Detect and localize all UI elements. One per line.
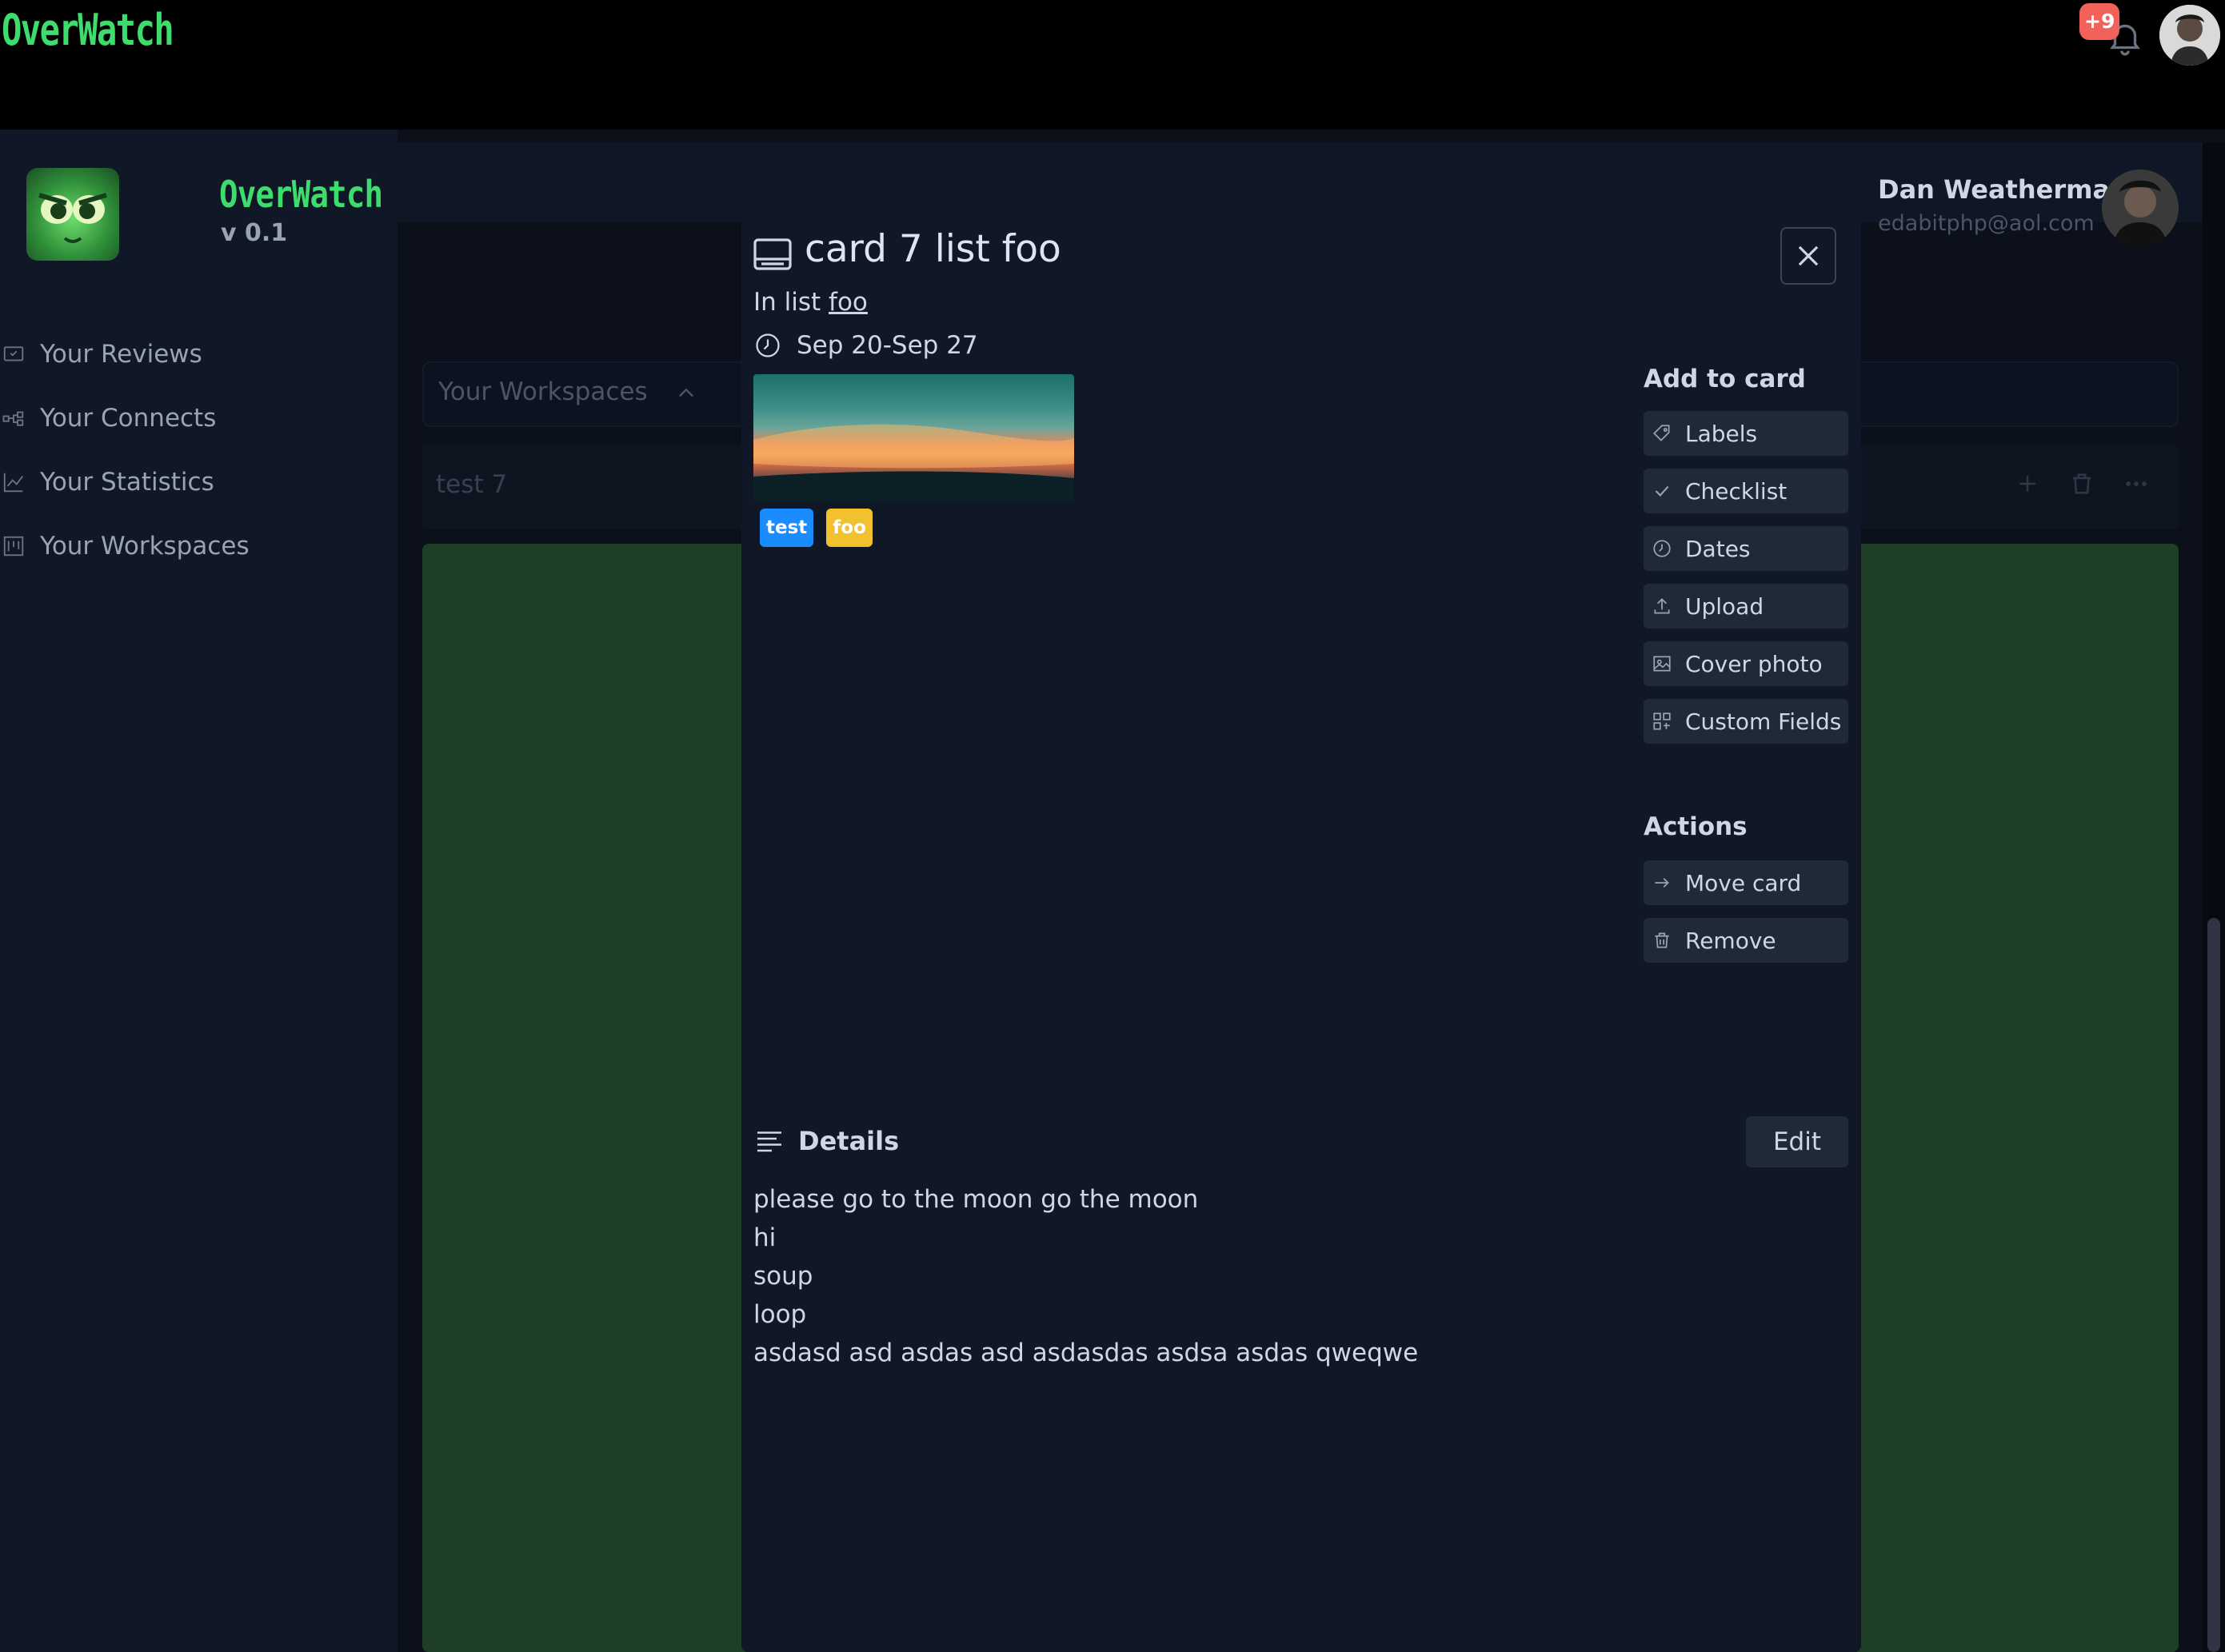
app-logo[interactable]	[26, 168, 119, 261]
sidebar-item-label: Your Connects	[40, 404, 217, 433]
scrollbar-thumb[interactable]	[2207, 918, 2220, 1652]
card-title[interactable]: card 7 list foo	[805, 227, 1061, 271]
sidebar-item-label: Your Statistics	[40, 468, 214, 497]
workspace-icon	[3, 536, 24, 557]
details-description[interactable]: please go to the moon go the moon hi sou…	[753, 1180, 1418, 1372]
edit-details-button[interactable]: Edit	[1746, 1116, 1848, 1167]
text-align-icon	[757, 1131, 781, 1152]
sidebar: OverWatch v 0.1 Your Reviews Your Connec…	[0, 130, 397, 1652]
top-bar: OverWatch +9	[0, 0, 2225, 130]
card-labels: test foo	[760, 509, 873, 547]
sidebar-item-connects[interactable]: Your Connects	[0, 398, 216, 438]
more-icon[interactable]	[2123, 470, 2150, 497]
button-label: Move card	[1685, 869, 1802, 896]
sidebar-item-label: Your Reviews	[40, 340, 202, 369]
trash-icon	[1655, 932, 1669, 948]
move-card-button[interactable]: Move card	[1644, 860, 1848, 905]
add-to-card-heading: Add to card	[1644, 365, 1806, 393]
button-label: Dates	[1685, 535, 1751, 562]
button-label: Checklist	[1685, 477, 1788, 505]
tag-icon	[1653, 425, 1670, 441]
labels-button[interactable]: Labels	[1644, 411, 1848, 456]
chevron-up-icon[interactable]	[675, 382, 697, 405]
card-dates-text: Sep 20-Sep 27	[797, 331, 978, 360]
details-heading-text: Details	[798, 1126, 900, 1156]
card-dates[interactable]: Sep 20-Sep 27	[753, 331, 978, 360]
page-scrollbar[interactable]	[2203, 142, 2225, 1652]
details-line: asdasd asd asdas asd asdasdas asdsa asda…	[753, 1339, 1419, 1367]
review-icon	[3, 346, 24, 361]
card-icon	[753, 238, 792, 270]
details-line: soup	[753, 1262, 813, 1291]
upload-button[interactable]: Upload	[1644, 584, 1848, 628]
button-label: Labels	[1685, 420, 1758, 447]
sidebar-item-workspaces[interactable]: Your Workspaces	[0, 526, 250, 566]
workspaces-dropdown-label: Your Workspaces	[438, 377, 648, 406]
button-label: Upload	[1685, 593, 1764, 620]
checklist-button[interactable]: Checklist	[1644, 469, 1848, 513]
avatar[interactable]	[2102, 170, 2179, 246]
chart-icon	[3, 473, 23, 493]
label-chip[interactable]: foo	[826, 509, 873, 547]
sidebar-app-title: OverWatch	[219, 173, 383, 216]
clock-icon	[756, 333, 780, 357]
custom-fields-button[interactable]: Custom Fields	[1644, 699, 1848, 744]
trash-icon[interactable]	[2068, 470, 2095, 497]
connect-icon	[2, 411, 24, 426]
arrow-right-icon	[1655, 877, 1669, 888]
label-chip[interactable]: test	[760, 509, 814, 547]
close-button[interactable]	[1780, 227, 1836, 285]
cover-photo-button[interactable]: Cover photo	[1644, 641, 1848, 686]
sidebar-item-reviews[interactable]: Your Reviews	[0, 334, 202, 374]
remove-button[interactable]: Remove	[1644, 918, 1848, 963]
list-link[interactable]: foo	[829, 288, 868, 317]
sidebar-item-statistics[interactable]: Your Statistics	[0, 462, 214, 502]
details-heading: Details	[755, 1126, 899, 1156]
button-label: Remove	[1685, 927, 1776, 954]
list-title[interactable]: test 7	[436, 470, 507, 499]
card-list-info: In list foo	[753, 288, 868, 317]
clock-icon	[1653, 540, 1671, 557]
details-line: loop	[753, 1300, 807, 1329]
brand-logo-text[interactable]: OverWatch	[2, 5, 174, 55]
dates-button[interactable]: Dates	[1644, 526, 1848, 571]
user-name: Dan Weatherman	[1878, 174, 2128, 205]
details-line: please go to the moon go the moon	[753, 1185, 1199, 1214]
plus-icon[interactable]	[2014, 470, 2041, 497]
button-label: Custom Fields	[1685, 708, 1842, 735]
details-line: hi	[753, 1223, 777, 1252]
cover-photo[interactable]	[753, 374, 1074, 502]
app-version: v 0.1	[221, 219, 288, 247]
fields-icon	[1653, 712, 1671, 730]
check-icon	[1655, 485, 1669, 497]
in-list-prefix: In list	[753, 288, 821, 317]
user-email: edabitphp@aol.com	[1878, 211, 2095, 236]
list-header-actions	[2014, 470, 2150, 497]
actions-heading: Actions	[1644, 812, 1748, 841]
image-icon	[1653, 656, 1671, 672]
avatar[interactable]	[2159, 5, 2220, 66]
close-icon	[1798, 245, 1819, 266]
upload-icon	[1654, 598, 1670, 614]
sidebar-item-label: Your Workspaces	[40, 532, 250, 561]
notification-badge[interactable]: +9	[2079, 3, 2120, 40]
button-label: Cover photo	[1685, 650, 1823, 677]
